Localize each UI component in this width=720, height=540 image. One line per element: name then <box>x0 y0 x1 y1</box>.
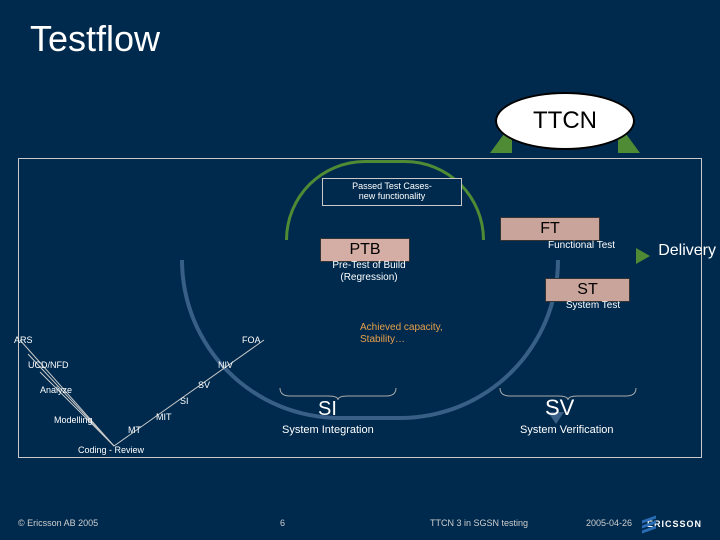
v-node-mt: MT <box>128 425 141 435</box>
v-node-ars: ARS <box>14 335 33 345</box>
delivery-label: Delivery <box>658 242 716 260</box>
footer-copyright: © Ericsson AB 2005 <box>18 518 98 528</box>
sv-desc: System Verification <box>520 424 614 436</box>
v-node-coding: Coding - Review <box>78 445 144 455</box>
footer-mid: TTCN 3 in SGSN testing <box>430 518 528 528</box>
v-node-foa: FOA <box>242 335 261 345</box>
v-model-shape <box>14 332 274 462</box>
v-node-niv: NIV <box>218 360 233 370</box>
ericsson-stripes-icon <box>642 517 644 531</box>
ptb-stage-desc: Pre-Test of Build (Regression) <box>314 260 424 284</box>
footer: © Ericsson AB 2005 6 TTCN 3 in SGSN test… <box>0 506 720 540</box>
page-title: Testflow <box>30 18 160 60</box>
ttcn-ellipse: TTCN <box>495 92 635 150</box>
st-stage-box: ST <box>545 278 630 302</box>
si-brace-icon <box>278 386 398 400</box>
v-node-modelling: Modelling <box>54 415 93 425</box>
v-node-analyze: Analyze <box>40 385 72 395</box>
v-node-ucd: UCD/NFD <box>28 360 69 370</box>
v-node-sv: SV <box>198 380 210 390</box>
ft-stage-desc: Functional Test <box>548 240 648 252</box>
v-node-si: SI <box>180 396 189 406</box>
achieved-desc: Achieved capacity, Stability… <box>360 322 470 346</box>
footer-page: 6 <box>280 518 285 528</box>
ft-stage-box: FT <box>500 217 600 241</box>
v-node-mit: MIT <box>156 412 172 422</box>
ericsson-logo: ERICSSON <box>642 516 702 532</box>
footer-date: 2005-04-26 <box>586 518 632 528</box>
si-label: SI <box>318 398 337 421</box>
delivery-arrow-icon <box>636 248 650 264</box>
st-stage-desc: System Test <box>553 300 633 312</box>
si-desc: System Integration <box>282 424 374 436</box>
ptb-stage-box: PTB <box>320 238 410 262</box>
sv-label: SV <box>545 395 574 421</box>
passed-tests-box: Passed Test Cases- new functionality <box>322 178 462 206</box>
